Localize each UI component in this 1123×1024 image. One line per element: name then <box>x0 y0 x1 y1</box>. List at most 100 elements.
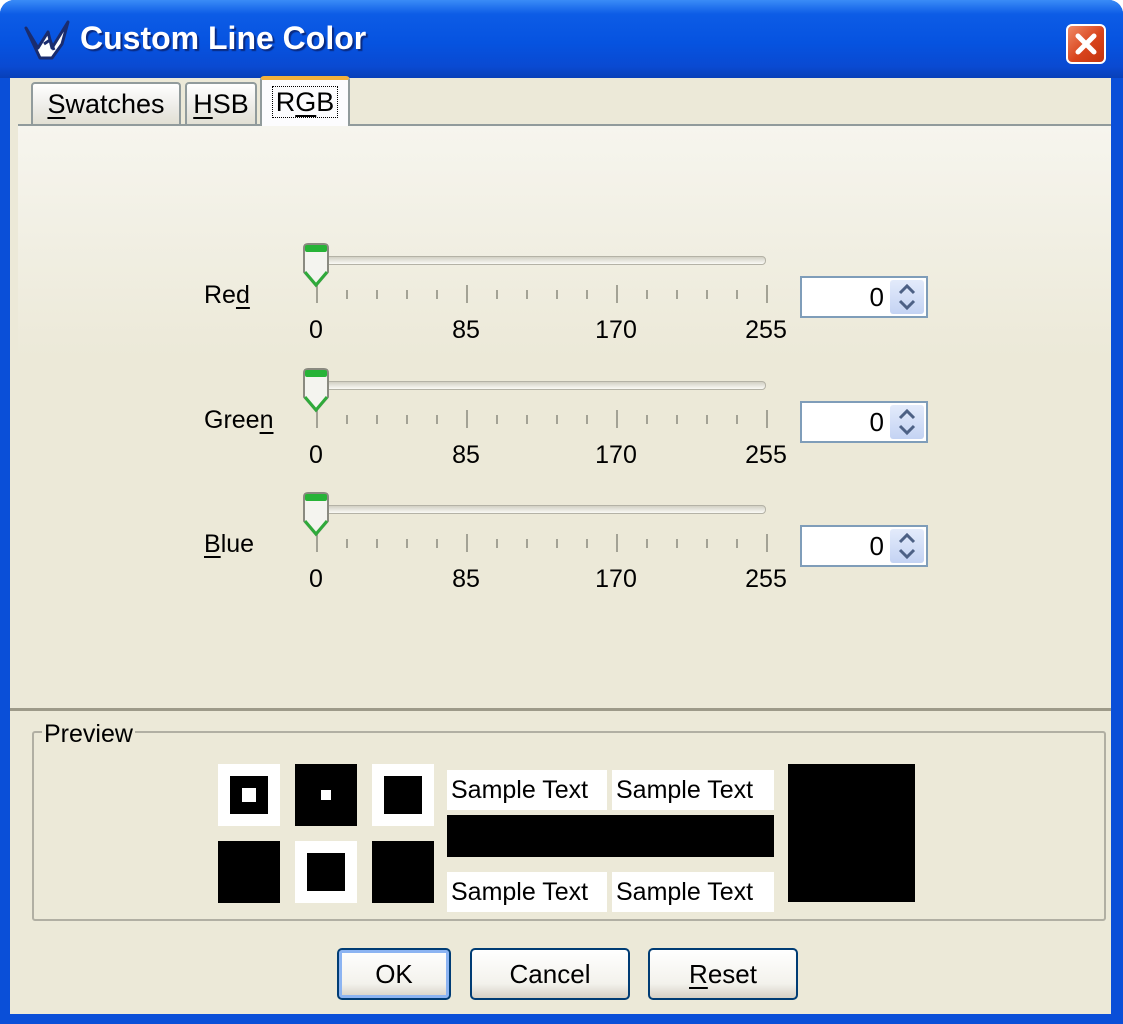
blue-spinner[interactable]: 0 <box>800 525 928 567</box>
tab-rgb-label-post: B <box>316 87 335 117</box>
green-label-pre: Gree <box>204 406 260 434</box>
preview-swatch-3 <box>372 764 434 826</box>
preview-legend: Preview <box>42 720 135 749</box>
red-slider-tick <box>406 290 408 299</box>
blue-tick-label: 255 <box>745 565 787 593</box>
red-slider-tick <box>466 285 468 303</box>
tab-swatches-mnemonic: S <box>47 89 66 119</box>
title-bar[interactable]: Custom Line Color <box>0 0 1123 78</box>
blue-spinner-buttons[interactable] <box>890 529 924 563</box>
red-slider-tick <box>526 290 528 299</box>
red-slider-tick <box>736 290 738 299</box>
blue-slider-thumb[interactable] <box>301 491 331 537</box>
green-slider-thumb[interactable] <box>301 367 331 413</box>
green-spinner[interactable]: 0 <box>800 401 928 443</box>
dialog-content: Swatches HSB RGB Red 0 85 170 255 0 Green 0 85 17… <box>10 76 1111 1014</box>
red-slider-thumb[interactable] <box>301 242 331 288</box>
green-label-mnemonic: n <box>259 406 274 434</box>
green-slider-tick <box>436 415 438 424</box>
preview-swatch-1 <box>218 764 280 826</box>
cancel-button-label: Cancel <box>509 959 591 989</box>
preview-sample-text-4: Sample Text <box>612 872 774 912</box>
blue-slider-tick <box>706 539 708 548</box>
red-slider-tick <box>676 290 678 299</box>
preview-sample-text-3: Sample Text <box>447 872 607 912</box>
green-slider-tick <box>616 410 618 428</box>
green-slider-tick <box>406 415 408 424</box>
close-button[interactable] <box>1066 24 1106 64</box>
blue-value-input[interactable]: 0 <box>870 527 884 565</box>
blue-slider-tick <box>436 539 438 548</box>
dialog-window: Custom Line Color Swatches HSB RGB Red 0 8… <box>0 0 1123 1024</box>
blue-slider-tick <box>616 534 618 552</box>
spin-down-icon[interactable] <box>890 297 924 314</box>
reset-button-mnemonic: R <box>689 959 708 989</box>
preview-color-bar <box>447 815 774 857</box>
blue-slider-tick <box>346 539 348 548</box>
red-tick-label: 170 <box>595 316 637 344</box>
red-label-pre: Re <box>204 281 236 309</box>
green-slider-tick <box>736 415 738 424</box>
red-slider-tick <box>616 285 618 303</box>
blue-label: Blue <box>204 530 254 559</box>
blue-label-mnemonic: B <box>204 530 221 558</box>
tab-swatches-label: Swatches <box>47 89 164 119</box>
tab-hsb[interactable]: HSB <box>185 82 257 124</box>
cancel-button[interactable]: Cancel <box>470 948 630 1000</box>
green-tick-label: 85 <box>452 441 480 469</box>
tab-rgb-label: RGB <box>271 86 339 118</box>
green-tick-label: 170 <box>595 441 637 469</box>
red-value-input[interactable]: 0 <box>870 278 884 316</box>
green-slider-tick <box>496 415 498 424</box>
green-slider-tick <box>556 415 558 424</box>
reset-button-label-rest: eset <box>707 959 757 989</box>
spin-up-icon[interactable] <box>890 529 924 546</box>
blue-label-post: lue <box>220 530 255 558</box>
blue-slider-tick <box>466 534 468 552</box>
green-slider-track[interactable] <box>316 381 766 390</box>
blue-slider-tick <box>376 539 378 548</box>
split-divider[interactable] <box>10 708 1111 711</box>
spin-down-icon[interactable] <box>890 546 924 563</box>
preview-swatch-6 <box>372 841 434 903</box>
ok-button[interactable]: OK <box>337 948 451 1000</box>
close-icon <box>1075 33 1097 55</box>
blue-slider-track[interactable] <box>316 505 766 514</box>
green-value-input[interactable]: 0 <box>870 403 884 441</box>
red-slider-track[interactable] <box>316 256 766 265</box>
red-slider-tick <box>766 285 768 303</box>
blue-slider-tick <box>496 539 498 548</box>
tab-hsb-mnemonic: H <box>193 89 213 119</box>
green-slider-tick <box>586 415 588 424</box>
blue-tick-label: 0 <box>309 565 323 593</box>
green-tick-label: 0 <box>309 441 323 469</box>
blue-slider-tick <box>556 539 558 548</box>
red-tick-label: 85 <box>452 316 480 344</box>
preview-sample-text-1: Sample Text <box>447 770 607 810</box>
reset-button[interactable]: Reset <box>648 948 798 1000</box>
blue-slider-tick <box>586 539 588 548</box>
red-slider-tick <box>376 290 378 299</box>
red-label: Red <box>204 281 250 310</box>
red-slider-tick <box>556 290 558 299</box>
tab-rgb-label-pre: R <box>275 87 296 117</box>
red-tick-label: 255 <box>745 316 787 344</box>
blue-slider-tick <box>526 539 528 548</box>
green-slider-tick <box>646 415 648 424</box>
green-spinner-buttons[interactable] <box>890 405 924 439</box>
spin-up-icon[interactable] <box>890 280 924 297</box>
spin-down-icon[interactable] <box>890 422 924 439</box>
red-label-mnemonic: d <box>235 281 250 309</box>
tab-swatches-label-rest: watches <box>65 89 165 119</box>
blue-slider-tick <box>766 534 768 552</box>
tab-rgb[interactable]: RGB <box>260 76 350 126</box>
tab-swatches[interactable]: Swatches <box>31 82 181 124</box>
red-slider-tick <box>346 290 348 299</box>
red-spinner-buttons[interactable] <box>890 280 924 314</box>
preview-swatch-2 <box>295 764 357 826</box>
red-spinner[interactable]: 0 <box>800 276 928 318</box>
green-slider-tick <box>706 415 708 424</box>
spin-up-icon[interactable] <box>890 405 924 422</box>
green-slider-tick <box>676 415 678 424</box>
tab-rgb-mnemonic: G <box>295 87 317 117</box>
